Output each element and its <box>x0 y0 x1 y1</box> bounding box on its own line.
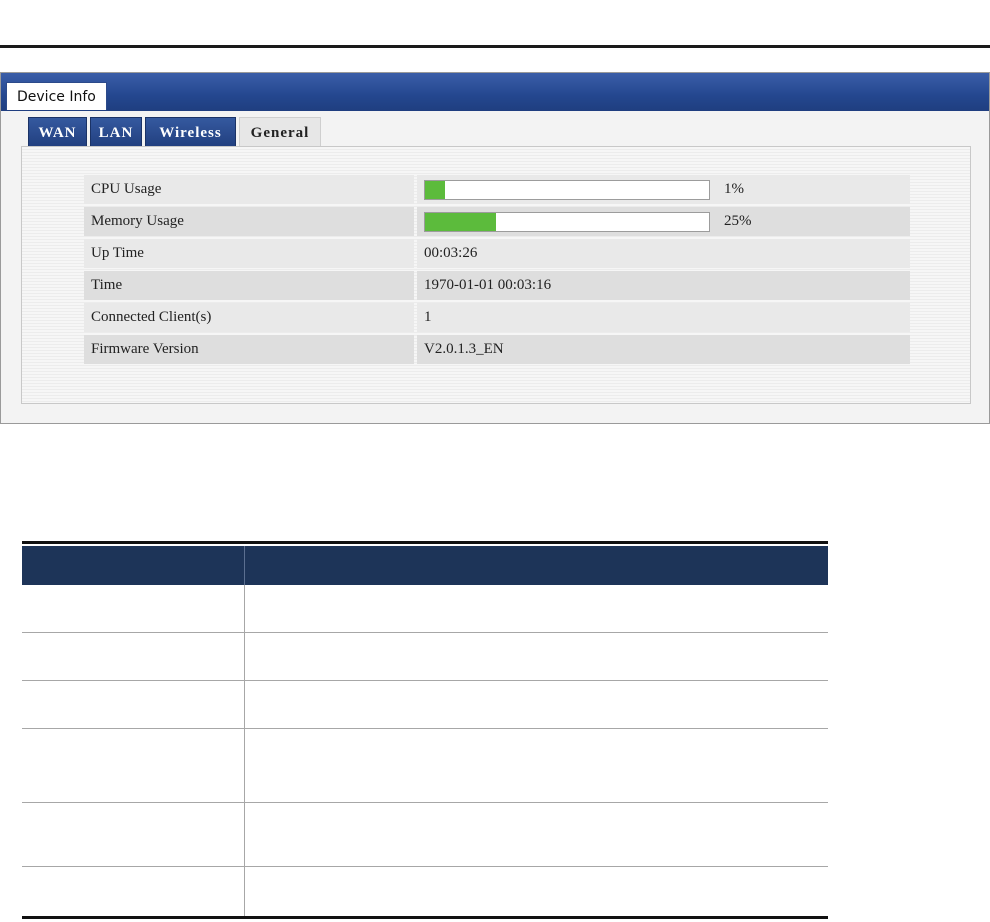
table-row <box>22 633 828 681</box>
subtab-wireless[interactable]: Wireless <box>145 117 236 147</box>
table-row <box>22 681 828 729</box>
table-cell <box>22 803 245 866</box>
device-info-panel: Device Info WAN LAN Wireless General CPU… <box>0 72 990 424</box>
connected-clients-label: Connected Client(s) <box>84 303 414 332</box>
connected-clients-row: Connected Client(s) 1 <box>84 303 910 332</box>
memory-usage-value: 25% <box>417 207 910 236</box>
connected-clients-value: 1 <box>417 303 910 332</box>
memory-usage-bar-fill <box>425 213 496 231</box>
table-header-divider <box>244 546 245 585</box>
cpu-usage-value: 1% <box>417 175 910 204</box>
cpu-usage-bar <box>424 180 710 200</box>
header-band: Device Info <box>1 73 989 111</box>
table-cell <box>22 633 245 680</box>
time-value: 1970-01-01 00:03:16 <box>417 271 910 300</box>
subtab-wan[interactable]: WAN <box>28 117 87 147</box>
memory-usage-label: Memory Usage <box>84 207 414 236</box>
memory-usage-row: Memory Usage 25% <box>84 207 910 236</box>
subtab-lan[interactable]: LAN <box>90 117 142 147</box>
table-cell <box>22 681 245 728</box>
description-table <box>22 541 828 919</box>
time-row: Time 1970-01-01 00:03:16 <box>84 271 910 300</box>
table-row <box>22 803 828 867</box>
firmware-version-row: Firmware Version V2.0.1.3_EN <box>84 335 910 364</box>
cpu-usage-bar-fill <box>425 181 445 199</box>
cpu-usage-row: CPU Usage 1% <box>84 175 910 204</box>
time-label: Time <box>84 271 414 300</box>
uptime-value: 00:03:26 <box>417 239 910 268</box>
firmware-version-value: V2.0.1.3_EN <box>417 335 910 364</box>
table-cell <box>22 585 245 632</box>
subtab-general[interactable]: General <box>239 117 321 147</box>
memory-usage-percent: 25% <box>724 213 752 229</box>
cpu-usage-label: CPU Usage <box>84 175 414 204</box>
cpu-usage-percent: 1% <box>724 181 744 197</box>
table-header <box>22 544 828 585</box>
firmware-version-label: Firmware Version <box>84 335 414 364</box>
top-rule <box>0 45 990 48</box>
table-row <box>22 585 828 633</box>
general-info-box: CPU Usage 1% Memory Usage 25% Up Time 00… <box>21 146 971 404</box>
table-cell <box>22 867 245 916</box>
table-row <box>22 729 828 803</box>
uptime-label: Up Time <box>84 239 414 268</box>
table-row <box>22 867 828 916</box>
table-cell <box>22 729 245 802</box>
tab-device-info[interactable]: Device Info <box>6 82 107 110</box>
uptime-row: Up Time 00:03:26 <box>84 239 910 268</box>
memory-usage-bar <box>424 212 710 232</box>
